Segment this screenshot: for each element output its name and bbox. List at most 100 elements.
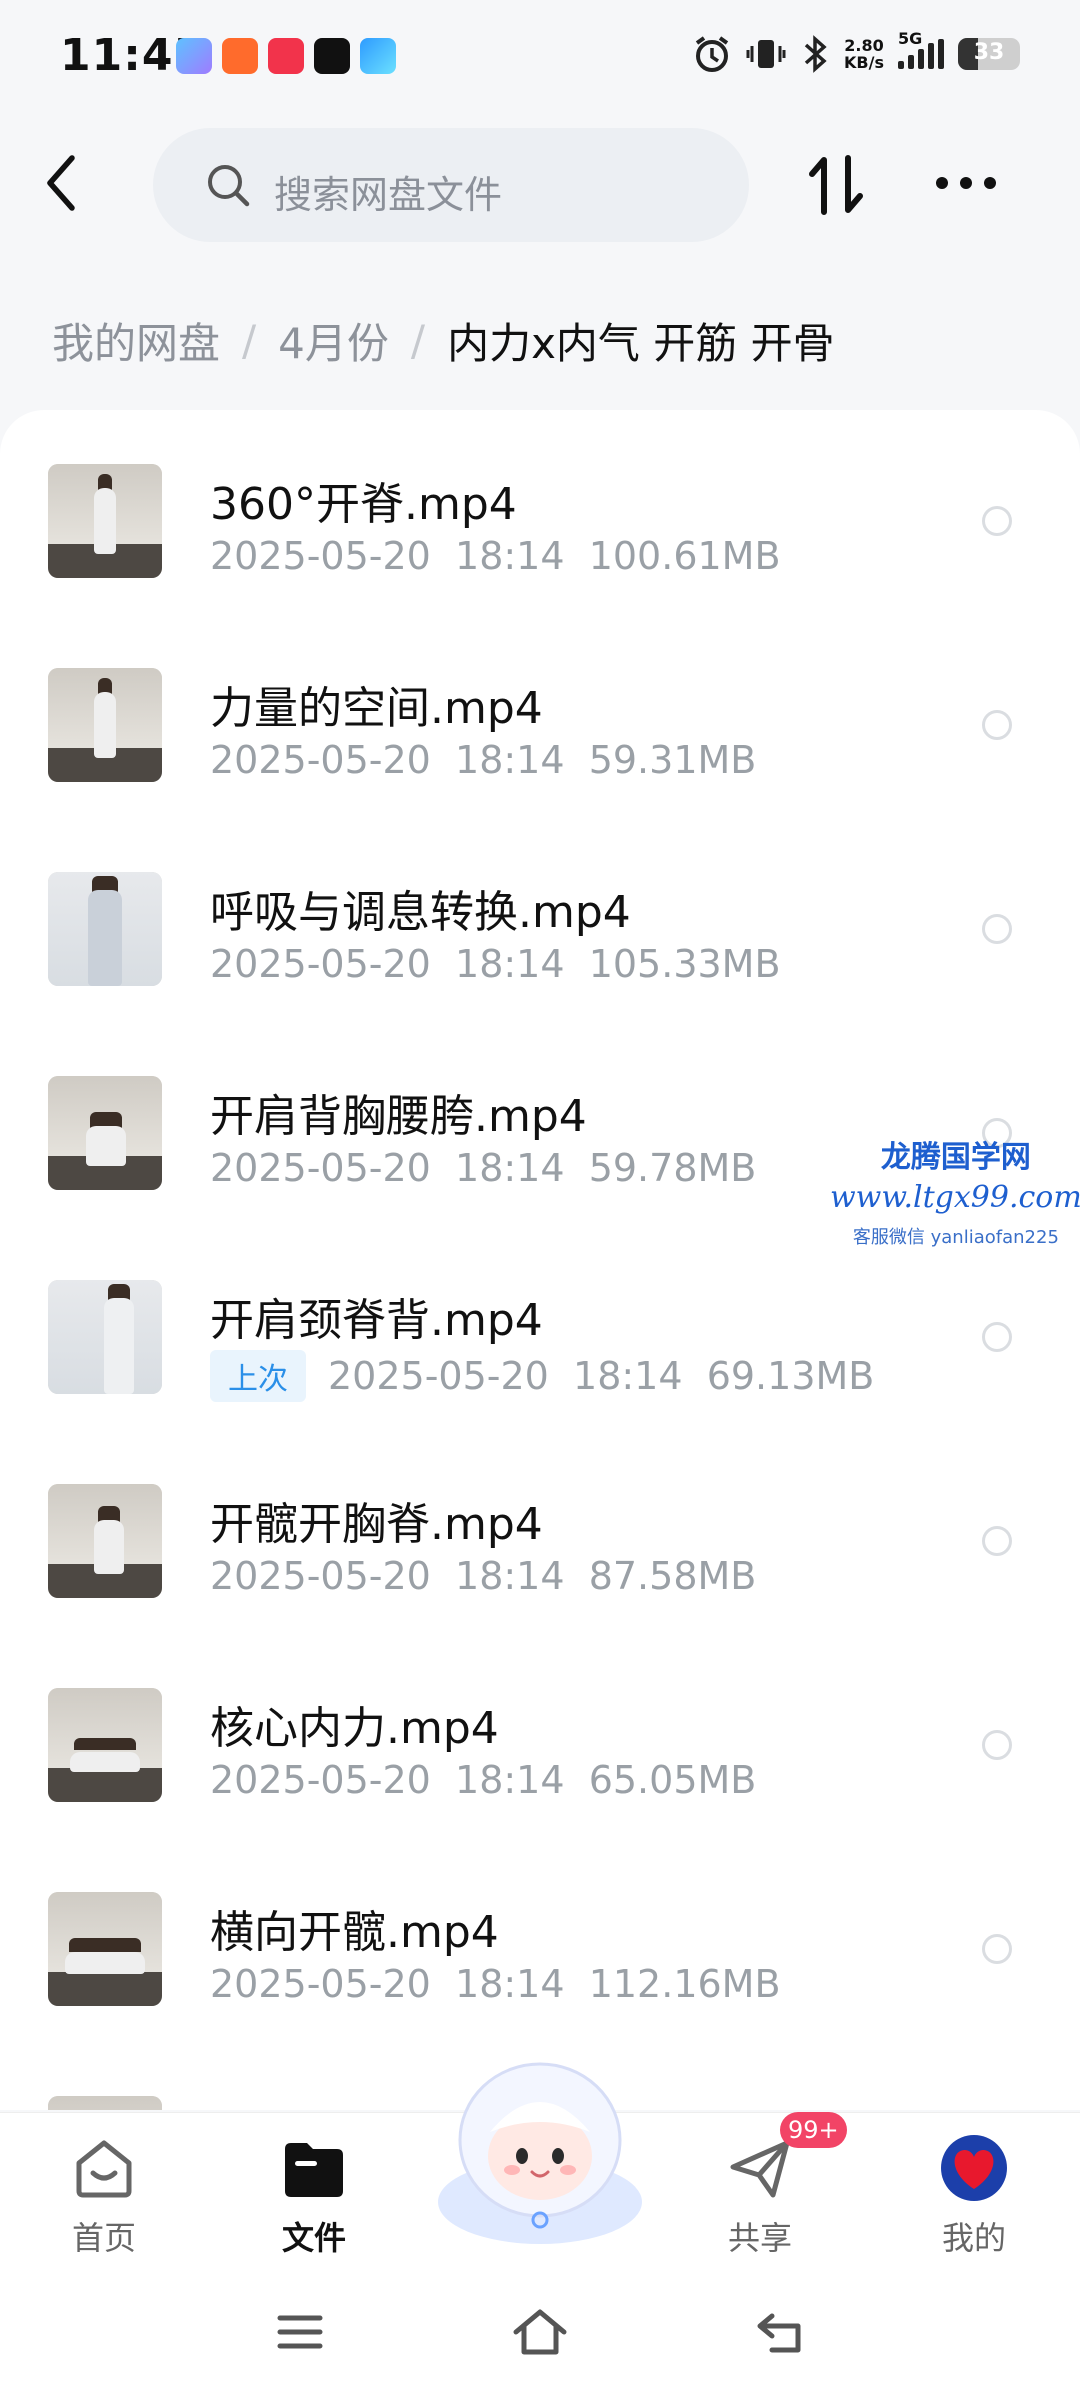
orange-app-icon bbox=[222, 38, 258, 74]
select-radio[interactable] bbox=[982, 1526, 1012, 1556]
file-meta: 2025-05-20 18:14 59.78MB bbox=[210, 1146, 756, 1190]
nav-share-label: 共享 bbox=[727, 2219, 792, 2257]
file-row[interactable]: 开髋开胸脊.mp4 2025-05-20 18:14 87.58MB bbox=[0, 1430, 1080, 1634]
file-row[interactable]: 360°开脊.mp4 2025-05-20 18:14 100.61MB bbox=[0, 410, 1080, 614]
tiktok-icon bbox=[314, 38, 350, 74]
nav-home[interactable]: 首页 bbox=[34, 2133, 174, 2259]
file-meta: 2025-05-20 18:14 87.58MB bbox=[210, 1554, 756, 1598]
select-radio[interactable] bbox=[982, 506, 1012, 536]
video-thumbnail bbox=[48, 1688, 162, 1802]
file-time: 18:14 bbox=[573, 1354, 683, 1398]
nav-profile[interactable]: 我的 bbox=[904, 2133, 1044, 2259]
file-date: 2025-05-20 bbox=[210, 534, 431, 578]
nav-files[interactable]: 文件 bbox=[244, 2133, 384, 2259]
folder-icon bbox=[285, 2143, 343, 2197]
status-bar: 11:45 2.80 KB/s 5G 33 bbox=[0, 0, 1080, 120]
file-name: 开髋开胸脊.mp4 bbox=[210, 1499, 543, 1550]
watermark-url: www.ltgx99.com bbox=[830, 1180, 1080, 1215]
file-time: 18:14 bbox=[455, 1146, 565, 1190]
select-radio[interactable] bbox=[982, 710, 1012, 740]
file-list: 360°开脊.mp4 2025-05-20 18:14 100.61MB 力量的… bbox=[0, 410, 1080, 2110]
file-time: 18:14 bbox=[455, 1962, 565, 2006]
file-size: 69.13MB bbox=[706, 1354, 875, 1398]
select-radio[interactable] bbox=[982, 914, 1012, 944]
nav-home-label: 首页 bbox=[71, 2219, 136, 2257]
network-type: 5G bbox=[898, 29, 923, 48]
file-name: 力量的空间.mp4 bbox=[210, 683, 543, 734]
file-row[interactable]: 核心内力.mp4 2025-05-20 18:14 65.05MB bbox=[0, 1634, 1080, 1838]
watermark: 龙腾国学网 www.ltgx99.com 客服微信 yanliaofan225 bbox=[830, 1132, 1080, 1249]
file-time: 18:14 bbox=[455, 942, 565, 986]
file-date: 2025-05-20 bbox=[210, 738, 431, 782]
file-row[interactable]: 呼吸与调息转换.mp4 2025-05-20 18:14 105.33MB bbox=[0, 818, 1080, 1022]
system-icons: 2.80 KB/s 5G 33 bbox=[692, 29, 1020, 74]
system-navigation-bar bbox=[0, 2262, 1080, 2400]
signal-icon: 5G bbox=[898, 29, 944, 69]
heart-avatar-icon bbox=[941, 2135, 1007, 2201]
file-date: 2025-05-20 bbox=[210, 1962, 431, 2006]
back-arrow-icon[interactable] bbox=[38, 148, 88, 218]
video-thumbnail bbox=[48, 1484, 162, 1598]
battery-icon: 33 bbox=[958, 38, 1020, 70]
file-meta: 2025-05-20 18:14 100.61MB bbox=[210, 534, 781, 578]
video-thumbnail bbox=[48, 668, 162, 782]
breadcrumb: 我的网盘 / 4月份 / 内力x内气 开筋 开骨 bbox=[52, 310, 835, 371]
file-size: 59.78MB bbox=[588, 1146, 757, 1190]
breadcrumb-item-root[interactable]: 我的网盘 bbox=[52, 310, 220, 371]
file-row[interactable]: 开肩颈脊背.mp4 上次 2025-05-20 18:14 69.13MB bbox=[0, 1226, 1080, 1430]
file-meta: 2025-05-20 18:14 59.31MB bbox=[210, 738, 756, 782]
file-size: 100.61MB bbox=[588, 534, 781, 578]
breadcrumb-item-month[interactable]: 4月份 bbox=[278, 310, 389, 371]
file-meta: 2025-05-20 18:14 65.05MB bbox=[210, 1758, 756, 1802]
file-meta: 2025-05-20 18:14 105.33MB bbox=[210, 942, 781, 986]
file-time: 18:14 bbox=[455, 1758, 565, 1802]
notification-app-icons bbox=[176, 38, 396, 74]
video-thumbnail bbox=[48, 872, 162, 986]
file-name: 核心内力.mp4 bbox=[210, 1703, 499, 1754]
home-gesture-icon[interactable] bbox=[510, 2302, 570, 2362]
file-name: 横向开髋.mp4 bbox=[210, 1907, 499, 1958]
assistant-mascot-icon[interactable] bbox=[430, 2052, 650, 2252]
select-radio[interactable] bbox=[982, 1934, 1012, 1964]
video-thumbnail bbox=[48, 1076, 162, 1190]
battery-level: 33 bbox=[973, 40, 1005, 65]
network-speed-unit: KB/s bbox=[844, 53, 884, 72]
search-placeholder: 搜索网盘文件 bbox=[274, 173, 503, 217]
file-name: 开肩颈脊背.mp4 bbox=[210, 1295, 543, 1346]
bluetooth-icon bbox=[804, 35, 827, 73]
file-time: 18:14 bbox=[455, 1554, 565, 1598]
breadcrumb-current: 内力x内气 开筋 开骨 bbox=[447, 319, 835, 368]
menu-icon[interactable] bbox=[270, 2302, 330, 2362]
video-thumbnail bbox=[48, 1280, 162, 1394]
select-radio[interactable] bbox=[982, 1322, 1012, 1352]
nav-share[interactable]: 共享 bbox=[690, 2133, 830, 2259]
sort-icon[interactable] bbox=[806, 150, 868, 220]
more-icon[interactable] bbox=[934, 168, 998, 198]
share-badge: 99+ bbox=[780, 2112, 847, 2148]
file-size: 59.31MB bbox=[588, 738, 757, 782]
home-icon bbox=[76, 2140, 132, 2198]
file-time: 18:14 bbox=[455, 534, 565, 578]
file-date: 2025-05-20 bbox=[328, 1354, 549, 1398]
breadcrumb-separator: / bbox=[242, 316, 257, 365]
red-app-icon bbox=[268, 38, 304, 74]
watermark-title: 龙腾国学网 bbox=[880, 1140, 1031, 1175]
file-time: 18:14 bbox=[455, 738, 565, 782]
network-speed-value: 2.80 bbox=[844, 36, 884, 55]
file-row[interactable]: 力量的空间.mp4 2025-05-20 18:14 59.31MB bbox=[0, 614, 1080, 818]
nav-files-label: 文件 bbox=[281, 2219, 346, 2257]
video-thumbnail bbox=[48, 2096, 162, 2110]
back-gesture-icon[interactable] bbox=[752, 2302, 812, 2362]
watermark-contact: 客服微信 yanliaofan225 bbox=[852, 1227, 1059, 1248]
search-input[interactable]: 搜索网盘文件 bbox=[153, 128, 749, 242]
file-date: 2025-05-20 bbox=[210, 1758, 431, 1802]
alarm-icon bbox=[695, 36, 729, 72]
breadcrumb-separator: / bbox=[410, 316, 426, 365]
select-radio[interactable] bbox=[982, 1730, 1012, 1760]
send-icon bbox=[730, 2140, 790, 2198]
file-row[interactable]: 横向开髋.mp4 2025-05-20 18:14 112.16MB bbox=[0, 1838, 1080, 2042]
file-date: 2025-05-20 bbox=[210, 1146, 431, 1190]
file-meta: 上次 2025-05-20 18:14 69.13MB bbox=[210, 1350, 874, 1402]
search-icon bbox=[208, 165, 250, 207]
file-date: 2025-05-20 bbox=[210, 1554, 431, 1598]
